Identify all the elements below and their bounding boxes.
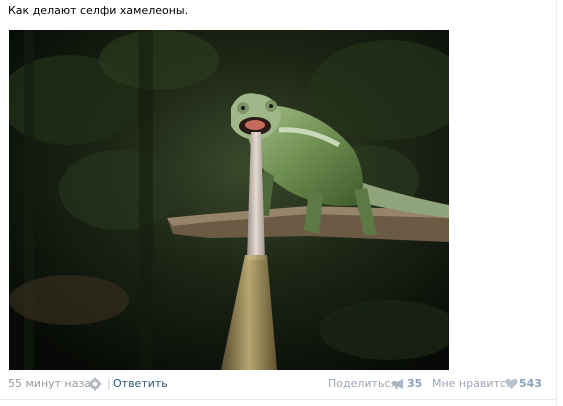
post-photo[interactable] [9, 30, 449, 370]
divider [0, 399, 556, 400]
gear-icon[interactable] [88, 377, 102, 391]
footer-separator: | [107, 377, 111, 390]
post-footer: 55 минут назад | Ответить Поделиться 35 … [0, 376, 556, 392]
megaphone-icon[interactable] [392, 378, 406, 390]
like-count[interactable]: 543 [519, 376, 542, 392]
post-time[interactable]: 55 минут назад [8, 376, 99, 392]
heart-icon[interactable] [505, 378, 518, 390]
share-button[interactable]: Поделиться [328, 376, 397, 392]
reply-link[interactable]: Ответить [113, 376, 168, 392]
wall-post: Как делают селфи хамелеоны. 55 минут наз… [0, 0, 563, 406]
column-border [556, 0, 557, 406]
share-count[interactable]: 35 [407, 376, 422, 392]
like-button[interactable]: Мне нравится [432, 376, 513, 392]
post-text: Как делают селфи хамелеоны. [8, 4, 189, 17]
